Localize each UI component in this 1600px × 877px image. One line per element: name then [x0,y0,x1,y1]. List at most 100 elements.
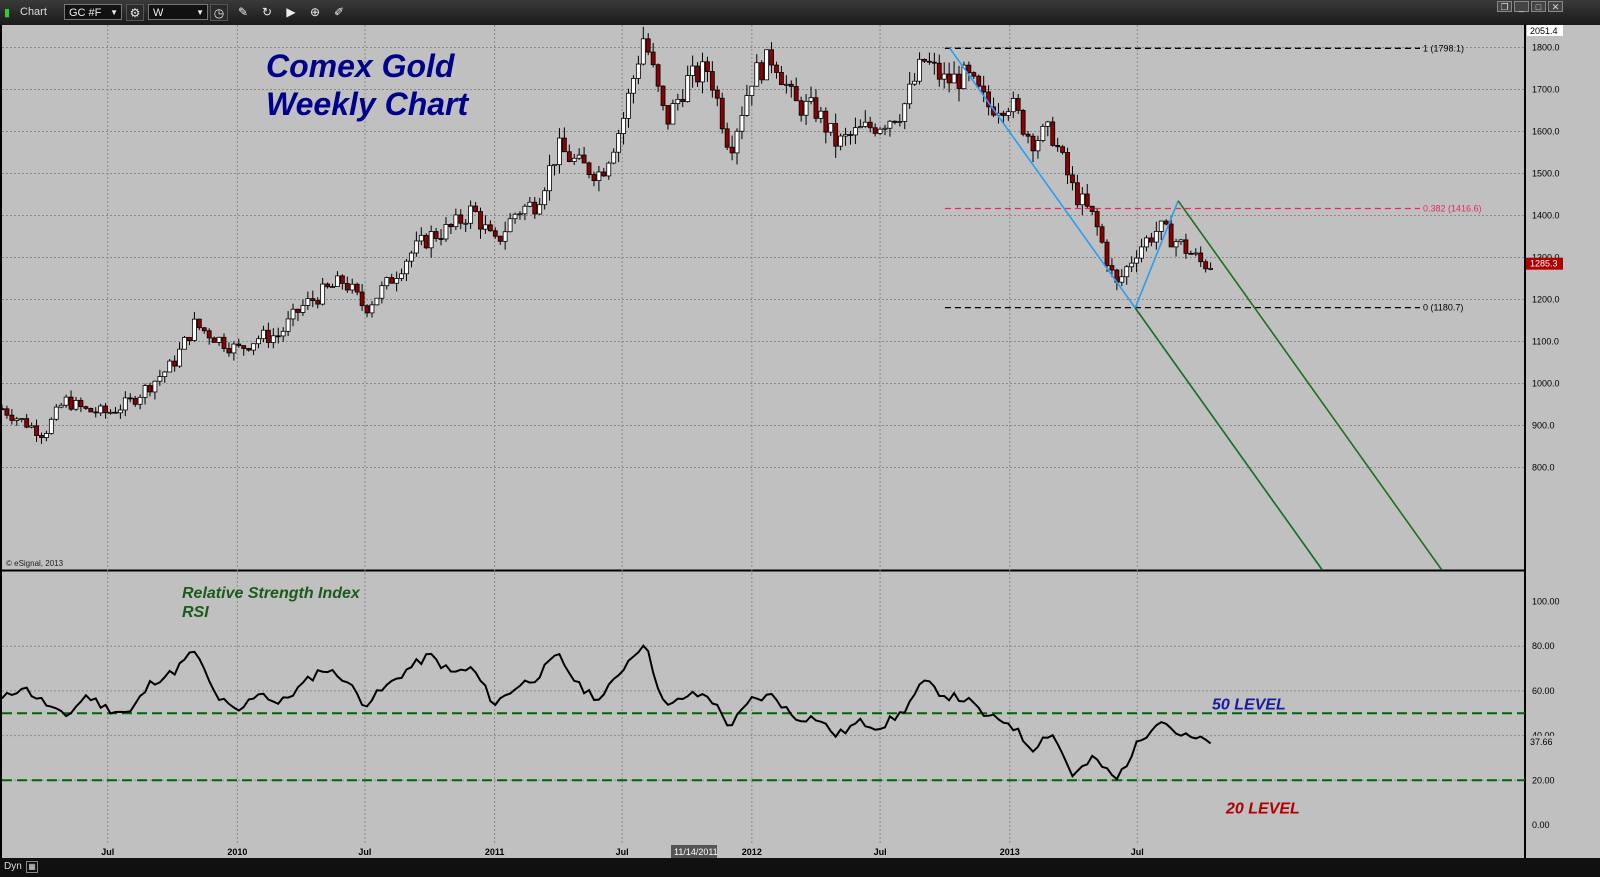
price-tick-label: 1200.0 [1532,295,1560,305]
candle-body [458,214,464,224]
candle-body [53,406,59,420]
candle-body [152,380,158,393]
window-title: Chart [20,6,47,18]
chevron-down-icon: ▼ [196,8,204,17]
time-tick-label: Jul [1131,847,1144,857]
candle-body [359,291,365,307]
candle-body [680,98,686,102]
candle-body [404,260,409,275]
candle-body [265,329,271,343]
candle-body [300,305,306,313]
candle-body [246,348,252,351]
rsi-tick-label: 60.00 [1532,686,1555,696]
candle-body [739,115,745,132]
link-icon[interactable]: ✐ [330,4,348,21]
candle-body [256,338,261,345]
candle-body [1005,111,1011,116]
last-price-marker: 1285.3 [1526,257,1563,270]
time-tick-label: Jul [874,847,887,857]
price-tick-label: 1400.0 [1532,211,1560,221]
candle-body [581,154,587,164]
candle-body [1183,239,1189,254]
candle-body [576,154,582,159]
rsi-title-line-1: Relative Strength Index [182,585,361,602]
symbol-input[interactable]: GC #F ▼ [64,4,122,20]
candle-body [828,123,834,133]
candle-body [418,234,424,242]
play-icon[interactable]: ▶ [282,4,300,21]
candle-body [117,409,123,414]
candle-body [956,73,962,90]
candle-body [0,408,5,411]
candle-body [275,335,281,338]
candle-body [892,120,898,123]
candle-body [438,238,444,240]
candle-body [872,127,878,134]
copyright-text: © eSignal, 2013 [6,559,64,568]
candle-body [58,404,64,408]
minimize-icon[interactable]: _ [1514,1,1529,12]
candle-body [853,127,858,136]
zoom-icon[interactable]: ⊕ [306,4,324,21]
candle-body [497,235,503,242]
gear-icon[interactable]: ⚙ [126,4,144,21]
chart-area[interactable]: 800.0900.01000.01100.01200.01300.01400.0… [0,25,1600,858]
candle-body [39,435,44,438]
candle-body [63,396,69,406]
close-icon[interactable]: ✕ [1548,1,1563,12]
candle-body [902,103,908,122]
candle-body [1094,211,1100,228]
dyn-label[interactable]: Dyn [4,861,22,872]
candle-body [1148,237,1154,243]
candle-body [201,327,207,332]
candle-body [423,234,429,249]
candle-body [1144,237,1149,248]
grid-icon[interactable]: ▦ [26,861,38,873]
candle-body [295,308,301,313]
candle-body [374,297,380,306]
candle-body [399,273,404,279]
candle-body [310,298,316,301]
price-tick-label: 900.0 [1532,421,1555,431]
candle-body [626,92,631,119]
candle-body [606,162,612,177]
candle-body [335,275,340,288]
maximize-icon[interactable]: □ [1531,1,1546,12]
restore-icon[interactable]: ❐ [1497,1,1512,12]
candle-body [354,283,360,293]
candle-body [1208,267,1213,270]
candle-body [453,214,459,228]
top-value-label: 2051.4 [1530,26,1558,36]
candle-body [655,64,661,87]
clock-icon[interactable]: ◷ [210,4,228,21]
candle-body [843,134,848,137]
candle-body [349,283,355,291]
candle-body [1035,140,1041,152]
candle-body [483,224,488,230]
candle-body [132,397,138,405]
candle-body [936,62,942,80]
candle-body [788,83,794,87]
candle-body [833,123,839,147]
candle-body [744,95,750,116]
candle-body [98,405,104,414]
candle-body [690,65,696,77]
candle-body [798,100,804,116]
candle-body [1104,241,1110,266]
candle-body [270,335,276,343]
candle-body [532,201,538,215]
fib-label: 1 (1798.1) [1423,43,1464,53]
candle-body [177,348,182,367]
candle-body [981,85,987,93]
rsi-tick-label: 80.00 [1532,641,1555,651]
interval-select[interactable]: W ▼ [148,4,208,20]
candle-body [369,304,375,314]
candle-body [73,399,79,410]
refresh-icon[interactable]: ↻ [258,4,276,21]
candle-body [1139,246,1144,259]
candle-body [1129,262,1135,268]
candle-body [1198,252,1204,263]
candle-body [1178,239,1184,243]
candle-body [552,164,557,167]
pencil-icon[interactable]: ✎ [234,4,252,21]
